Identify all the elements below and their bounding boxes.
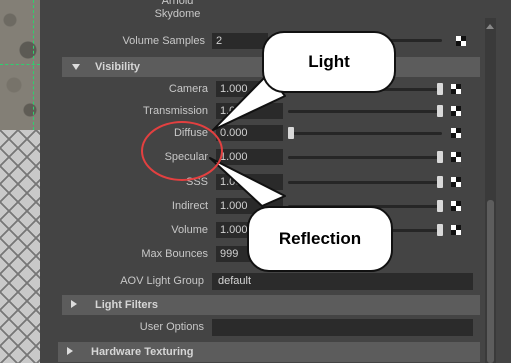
reflection-callout: Reflection — [247, 206, 393, 272]
light-callout: Light — [262, 31, 396, 93]
callout-tails — [209, 73, 286, 207]
highlight-circle — [141, 121, 223, 181]
